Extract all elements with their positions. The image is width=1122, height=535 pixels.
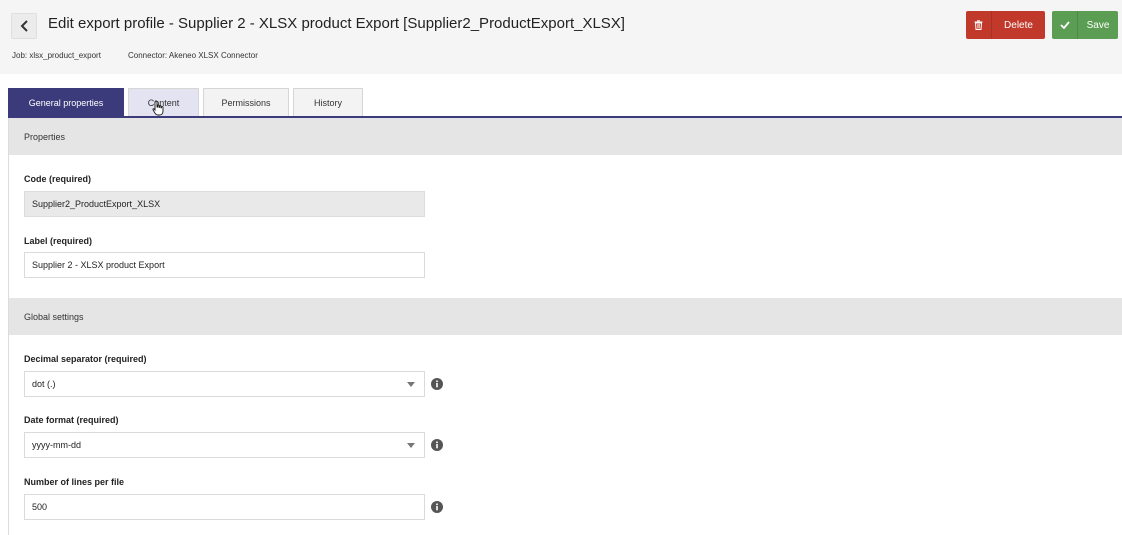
code-field: Supplier2_ProductExport_XLSX (24, 191, 425, 217)
lines-per-file-field[interactable]: 500 (24, 494, 425, 520)
delete-button-label: Delete (1004, 19, 1033, 31)
info-icon[interactable] (431, 501, 443, 513)
date-format-label: Date format (required) (24, 415, 119, 425)
decimal-separator-select[interactable]: dot (.) (24, 371, 425, 397)
lines-per-file-label: Number of lines per file (24, 477, 125, 487)
label-label: Label (required) (24, 236, 93, 246)
code-label: Code (required) (24, 174, 92, 184)
back-button[interactable] (11, 13, 37, 39)
hand-cursor-icon (152, 100, 164, 116)
page-title: Edit export profile - Supplier 2 - XLSX … (48, 15, 625, 32)
info-icon[interactable] (431, 378, 443, 390)
job-info: Job: xlsx_product_export (12, 51, 101, 60)
page-header: Edit export profile - Supplier 2 - XLSX … (0, 0, 1122, 74)
save-button-label: Save (1086, 19, 1110, 31)
properties-section-header: Properties (9, 118, 1122, 155)
trash-icon (966, 11, 992, 39)
form-content: Properties Code (required) Supplier2_Pro… (8, 118, 1122, 535)
chevron-left-icon (20, 20, 28, 32)
connector-info: Connector: Akeneo XLSX Connector (128, 51, 258, 60)
info-icon[interactable] (431, 439, 443, 451)
label-field[interactable]: Supplier 2 - XLSX product Export (24, 252, 425, 278)
global-settings-section-header: Global settings (9, 298, 1122, 335)
date-format-select[interactable]: yyyy-mm-dd (24, 432, 425, 458)
caret-down-icon (398, 433, 424, 457)
date-format-value: yyyy-mm-dd (32, 440, 81, 450)
tab-general-properties[interactable]: General properties (8, 88, 124, 117)
save-button[interactable]: Save (1052, 11, 1118, 39)
decimal-separator-value: dot (.) (32, 379, 56, 389)
tab-permissions[interactable]: Permissions (203, 88, 289, 117)
caret-down-icon (398, 372, 424, 396)
checkmark-icon (1052, 11, 1078, 39)
tab-bar: General properties Content Permissions H… (8, 88, 367, 117)
tab-history[interactable]: History (293, 88, 363, 117)
delete-button[interactable]: Delete (966, 11, 1045, 39)
decimal-separator-label: Decimal separator (required) (24, 354, 147, 364)
